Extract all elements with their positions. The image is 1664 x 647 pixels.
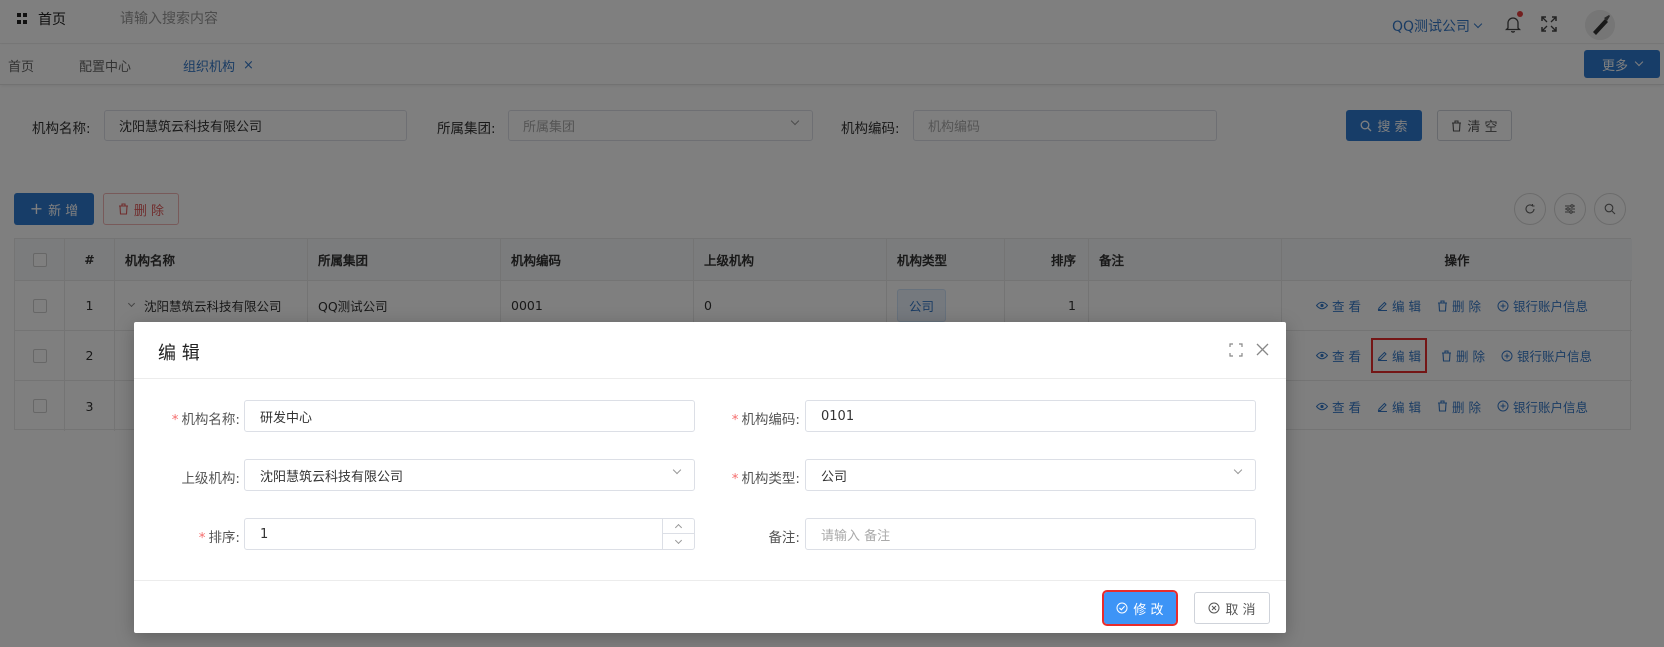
code-field[interactable]: 0101 <box>805 400 1256 432</box>
name-field-label: * 机构名称: <box>171 412 240 428</box>
chevron-up-icon <box>674 523 683 532</box>
required-mark: * <box>731 412 739 428</box>
cancel-button-label: 取 消 <box>1225 602 1256 618</box>
maximize-icon[interactable] <box>1229 343 1243 357</box>
type-field-label: * 机构类型: <box>731 471 800 487</box>
remark-input[interactable]: 请输入 备注 <box>805 518 1256 550</box>
remark-field-label: 备注: <box>768 530 800 546</box>
chevron-down-icon <box>672 465 682 475</box>
chevron-down-icon <box>674 536 683 544</box>
required-mark: * <box>198 530 206 546</box>
parent-select[interactable]: 沈阳慧筑云科技有限公司 <box>244 459 695 491</box>
sort-field-label: * 排序: <box>198 530 240 546</box>
chevron-down-icon <box>1233 465 1243 475</box>
parent-field-label: 上级机构: <box>181 471 240 487</box>
dialog-title: 编 辑 <box>158 343 200 364</box>
code-field-label: * 机构编码: <box>731 412 800 428</box>
increment-button[interactable] <box>663 519 694 534</box>
edit-dialog: 编 辑 * 机构名称: 研发中心 * 机构编码: 0101 上级机构: 沈阳慧筑云科… <box>134 322 1286 633</box>
name-field[interactable]: 研发中心 <box>244 400 695 432</box>
submit-button[interactable]: 修 改 <box>1102 590 1178 626</box>
cancel-button[interactable]: 取 消 <box>1194 592 1270 624</box>
close-icon[interactable] <box>1256 343 1269 356</box>
type-select[interactable]: 公司 <box>805 459 1256 491</box>
decrement-button[interactable] <box>663 534 694 549</box>
sort-number-input[interactable]: 1 <box>244 518 695 550</box>
required-mark: * <box>171 412 179 428</box>
required-mark: * <box>731 471 739 487</box>
close-circle-icon <box>1208 602 1220 614</box>
dialog-footer-divider <box>134 580 1286 581</box>
dialog-header-divider <box>134 378 1286 379</box>
check-circle-icon <box>1116 602 1128 614</box>
sort-stepper <box>662 519 694 549</box>
submit-button-label: 修 改 <box>1133 602 1164 618</box>
